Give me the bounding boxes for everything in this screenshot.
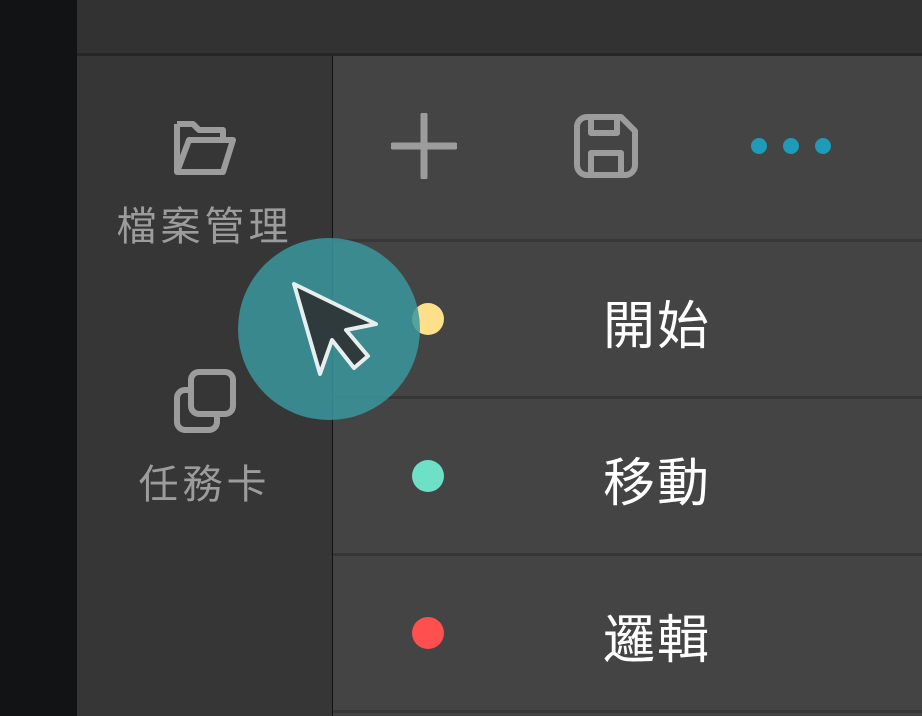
block-category-logic[interactable]: 邏輯 <box>333 556 922 713</box>
folder-open-icon <box>171 118 239 180</box>
block-category-move[interactable]: 移動 <box>333 399 922 556</box>
copy-cards-icon <box>171 368 239 438</box>
sidebar-item-label: 檔案管理 <box>116 204 293 250</box>
category-color-dot <box>412 617 444 649</box>
block-palette: 開始 移動 邏輯 <box>333 56 922 716</box>
category-color-dot <box>412 460 444 492</box>
pointer-cursor-icon <box>290 280 380 384</box>
save-button[interactable] <box>570 112 642 184</box>
floppy-disk-icon <box>573 113 639 183</box>
more-dots-icon <box>749 136 833 160</box>
block-category-start[interactable]: 開始 <box>333 242 922 399</box>
cursor-highlight <box>238 238 420 420</box>
plus-icon <box>389 111 459 183</box>
left-edge-strip <box>0 0 77 716</box>
top-bar <box>77 0 922 56</box>
block-category-label: 開始 <box>603 297 712 357</box>
sidebar-item-file-manager[interactable]: 檔案管理 <box>77 118 332 252</box>
toolbar <box>333 56 922 242</box>
block-category-label: 移動 <box>603 454 712 514</box>
block-category-label: 邏輯 <box>603 611 712 671</box>
sidebar-item-label: 任務卡 <box>138 462 271 508</box>
add-button[interactable] <box>388 111 460 184</box>
more-button[interactable] <box>749 112 833 184</box>
